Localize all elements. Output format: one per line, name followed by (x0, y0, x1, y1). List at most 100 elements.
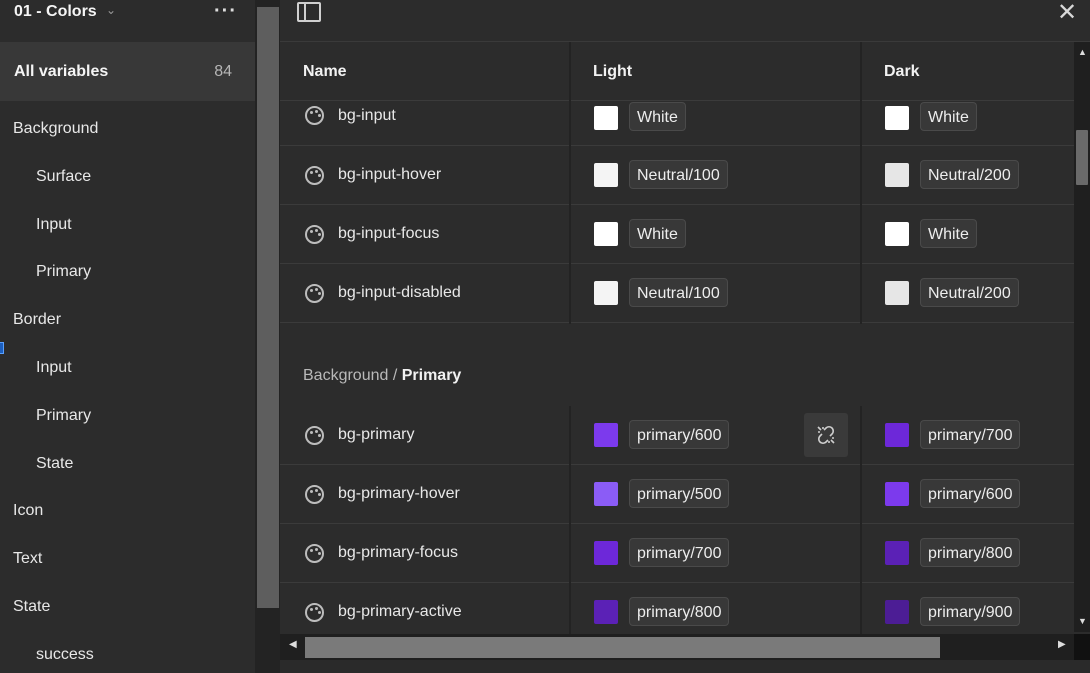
sidebar-group-item[interactable]: Background (13, 120, 98, 138)
panel-footer (280, 660, 1090, 673)
group-header-current: Primary (401, 367, 462, 384)
light-color-swatch[interactable] (594, 423, 618, 447)
table-row[interactable]: bg-input-focus White White (280, 205, 1074, 264)
table-row[interactable]: bg-primary-hover primary/500 primary/600 (280, 465, 1074, 524)
light-color-swatch[interactable] (594, 106, 618, 130)
sidebar-item-all-variables[interactable]: All variables 84 (0, 42, 255, 101)
scroll-up-arrow[interactable]: ▲ (1078, 47, 1087, 57)
dark-color-swatch[interactable] (885, 281, 909, 305)
color-palette-icon (305, 426, 324, 445)
sidebar-group-item[interactable]: Primary (36, 263, 91, 281)
sidebar-group-item[interactable]: Primary (36, 407, 91, 425)
variables-table-panel: ✕ Name Light Dark bg-input White White bg-i… (280, 0, 1090, 673)
table-header: Name Light Dark (280, 42, 1074, 101)
collection-title[interactable]: 01 - Colors (14, 3, 97, 21)
light-color-swatch[interactable] (594, 541, 618, 565)
dark-color-swatch[interactable] (885, 163, 909, 187)
detach-variable-button[interactable] (804, 413, 848, 457)
resize-handle-left[interactable] (0, 342, 4, 354)
table-row[interactable]: bg-primary primary/600 primary/700 (280, 406, 1074, 465)
column-header-dark[interactable]: Dark (884, 63, 920, 81)
variable-name[interactable]: bg-primary-active (338, 603, 462, 621)
dark-value-chip[interactable]: primary/800 (920, 538, 1021, 567)
sidebar-group-item[interactable]: Surface (36, 168, 91, 186)
group-header: Background / Primary (303, 367, 461, 385)
light-color-swatch[interactable] (594, 600, 618, 624)
color-palette-icon (305, 603, 324, 622)
light-color-swatch[interactable] (594, 482, 618, 506)
detach-link-icon (817, 425, 835, 445)
horizontal-scrollbar-thumb[interactable] (305, 637, 940, 658)
scroll-left-arrow[interactable]: ◀ (289, 639, 297, 650)
light-value-chip[interactable]: primary/600 (629, 420, 730, 449)
variables-sidebar: 01 - Colors ⌄ ··· All variables 84 Backg… (0, 0, 255, 673)
dark-value-chip[interactable]: White (920, 219, 977, 248)
variable-count: 84 (214, 63, 232, 80)
scroll-down-arrow[interactable]: ▼ (1078, 616, 1087, 626)
dark-color-swatch[interactable] (885, 541, 909, 565)
table-row[interactable]: bg-primary-focus primary/700 primary/800 (280, 524, 1074, 583)
light-value-chip[interactable]: White (629, 102, 686, 131)
variable-name[interactable]: bg-primary-focus (338, 544, 458, 562)
dark-value-chip[interactable]: Neutral/200 (920, 160, 1019, 189)
color-palette-icon (305, 544, 324, 563)
dark-value-chip[interactable]: primary/600 (920, 479, 1021, 508)
scrollbar-corner (1074, 634, 1090, 660)
variable-name[interactable]: bg-primary (338, 426, 414, 444)
table-row[interactable]: bg-input-disabled Neutral/100 Neutral/200 (280, 264, 1074, 323)
group-header-parent: Background / (303, 367, 402, 384)
light-value-chip[interactable]: primary/800 (629, 597, 730, 626)
table-row[interactable]: bg-input White White (280, 101, 1074, 146)
light-value-chip[interactable]: primary/500 (629, 479, 730, 508)
sidebar-group-item[interactable]: Input (36, 216, 72, 234)
sidebar-group-item[interactable]: success (36, 646, 94, 664)
column-header-name[interactable]: Name (303, 63, 347, 81)
variable-name[interactable]: bg-input-hover (338, 166, 441, 184)
column-divider[interactable] (860, 42, 862, 324)
vertical-scrollbar-thumb[interactable] (1076, 130, 1088, 185)
dark-color-swatch[interactable] (885, 106, 909, 130)
light-value-chip[interactable]: Neutral/100 (629, 278, 728, 307)
color-palette-icon (305, 106, 324, 125)
all-variables-label: All variables (14, 63, 109, 80)
dark-color-swatch[interactable] (885, 423, 909, 447)
sidebar-group-item[interactable]: Icon (13, 502, 43, 520)
column-divider[interactable] (569, 42, 571, 324)
light-color-swatch[interactable] (594, 222, 618, 246)
panel-toolbar: ✕ (280, 0, 1090, 42)
dark-value-chip[interactable]: primary/900 (920, 597, 1021, 626)
variable-name[interactable]: bg-input-focus (338, 225, 439, 243)
dark-value-chip[interactable]: primary/700 (920, 420, 1021, 449)
sidebar-group-item[interactable]: Border (13, 311, 61, 329)
dark-color-swatch[interactable] (885, 482, 909, 506)
sidebar-group-item[interactable]: Input (36, 359, 72, 377)
sidebar-panel-icon[interactable] (297, 2, 321, 22)
variable-name[interactable]: bg-input (338, 107, 396, 125)
sidebar-scrollbar-thumb[interactable] (257, 7, 279, 608)
variable-name[interactable]: bg-primary-hover (338, 485, 460, 503)
dark-color-swatch[interactable] (885, 600, 909, 624)
sidebar-group-item[interactable]: Text (13, 550, 42, 568)
variable-name[interactable]: bg-input-disabled (338, 284, 461, 302)
table-row[interactable]: bg-input-hover Neutral/100 Neutral/200 (280, 146, 1074, 205)
color-palette-icon (305, 166, 324, 185)
dark-value-chip[interactable]: Neutral/200 (920, 278, 1019, 307)
column-divider[interactable] (569, 406, 571, 634)
dark-value-chip[interactable]: White (920, 102, 977, 131)
sidebar-group-item[interactable]: State (13, 598, 50, 616)
more-horizontal-icon[interactable]: ··· (214, 0, 237, 23)
chevron-down-icon[interactable]: ⌄ (106, 3, 116, 17)
light-color-swatch[interactable] (594, 163, 618, 187)
color-palette-icon (305, 485, 324, 504)
scroll-right-arrow[interactable]: ▶ (1058, 639, 1066, 650)
light-color-swatch[interactable] (594, 281, 618, 305)
light-value-chip[interactable]: primary/700 (629, 538, 730, 567)
column-divider[interactable] (860, 406, 862, 634)
sidebar-group-item[interactable]: State (36, 455, 73, 473)
close-icon[interactable]: ✕ (1057, 0, 1077, 27)
column-header-light[interactable]: Light (593, 63, 632, 81)
light-value-chip[interactable]: White (629, 219, 686, 248)
collection-header[interactable]: 01 - Colors ⌄ ··· (0, 0, 255, 42)
light-value-chip[interactable]: Neutral/100 (629, 160, 728, 189)
dark-color-swatch[interactable] (885, 222, 909, 246)
